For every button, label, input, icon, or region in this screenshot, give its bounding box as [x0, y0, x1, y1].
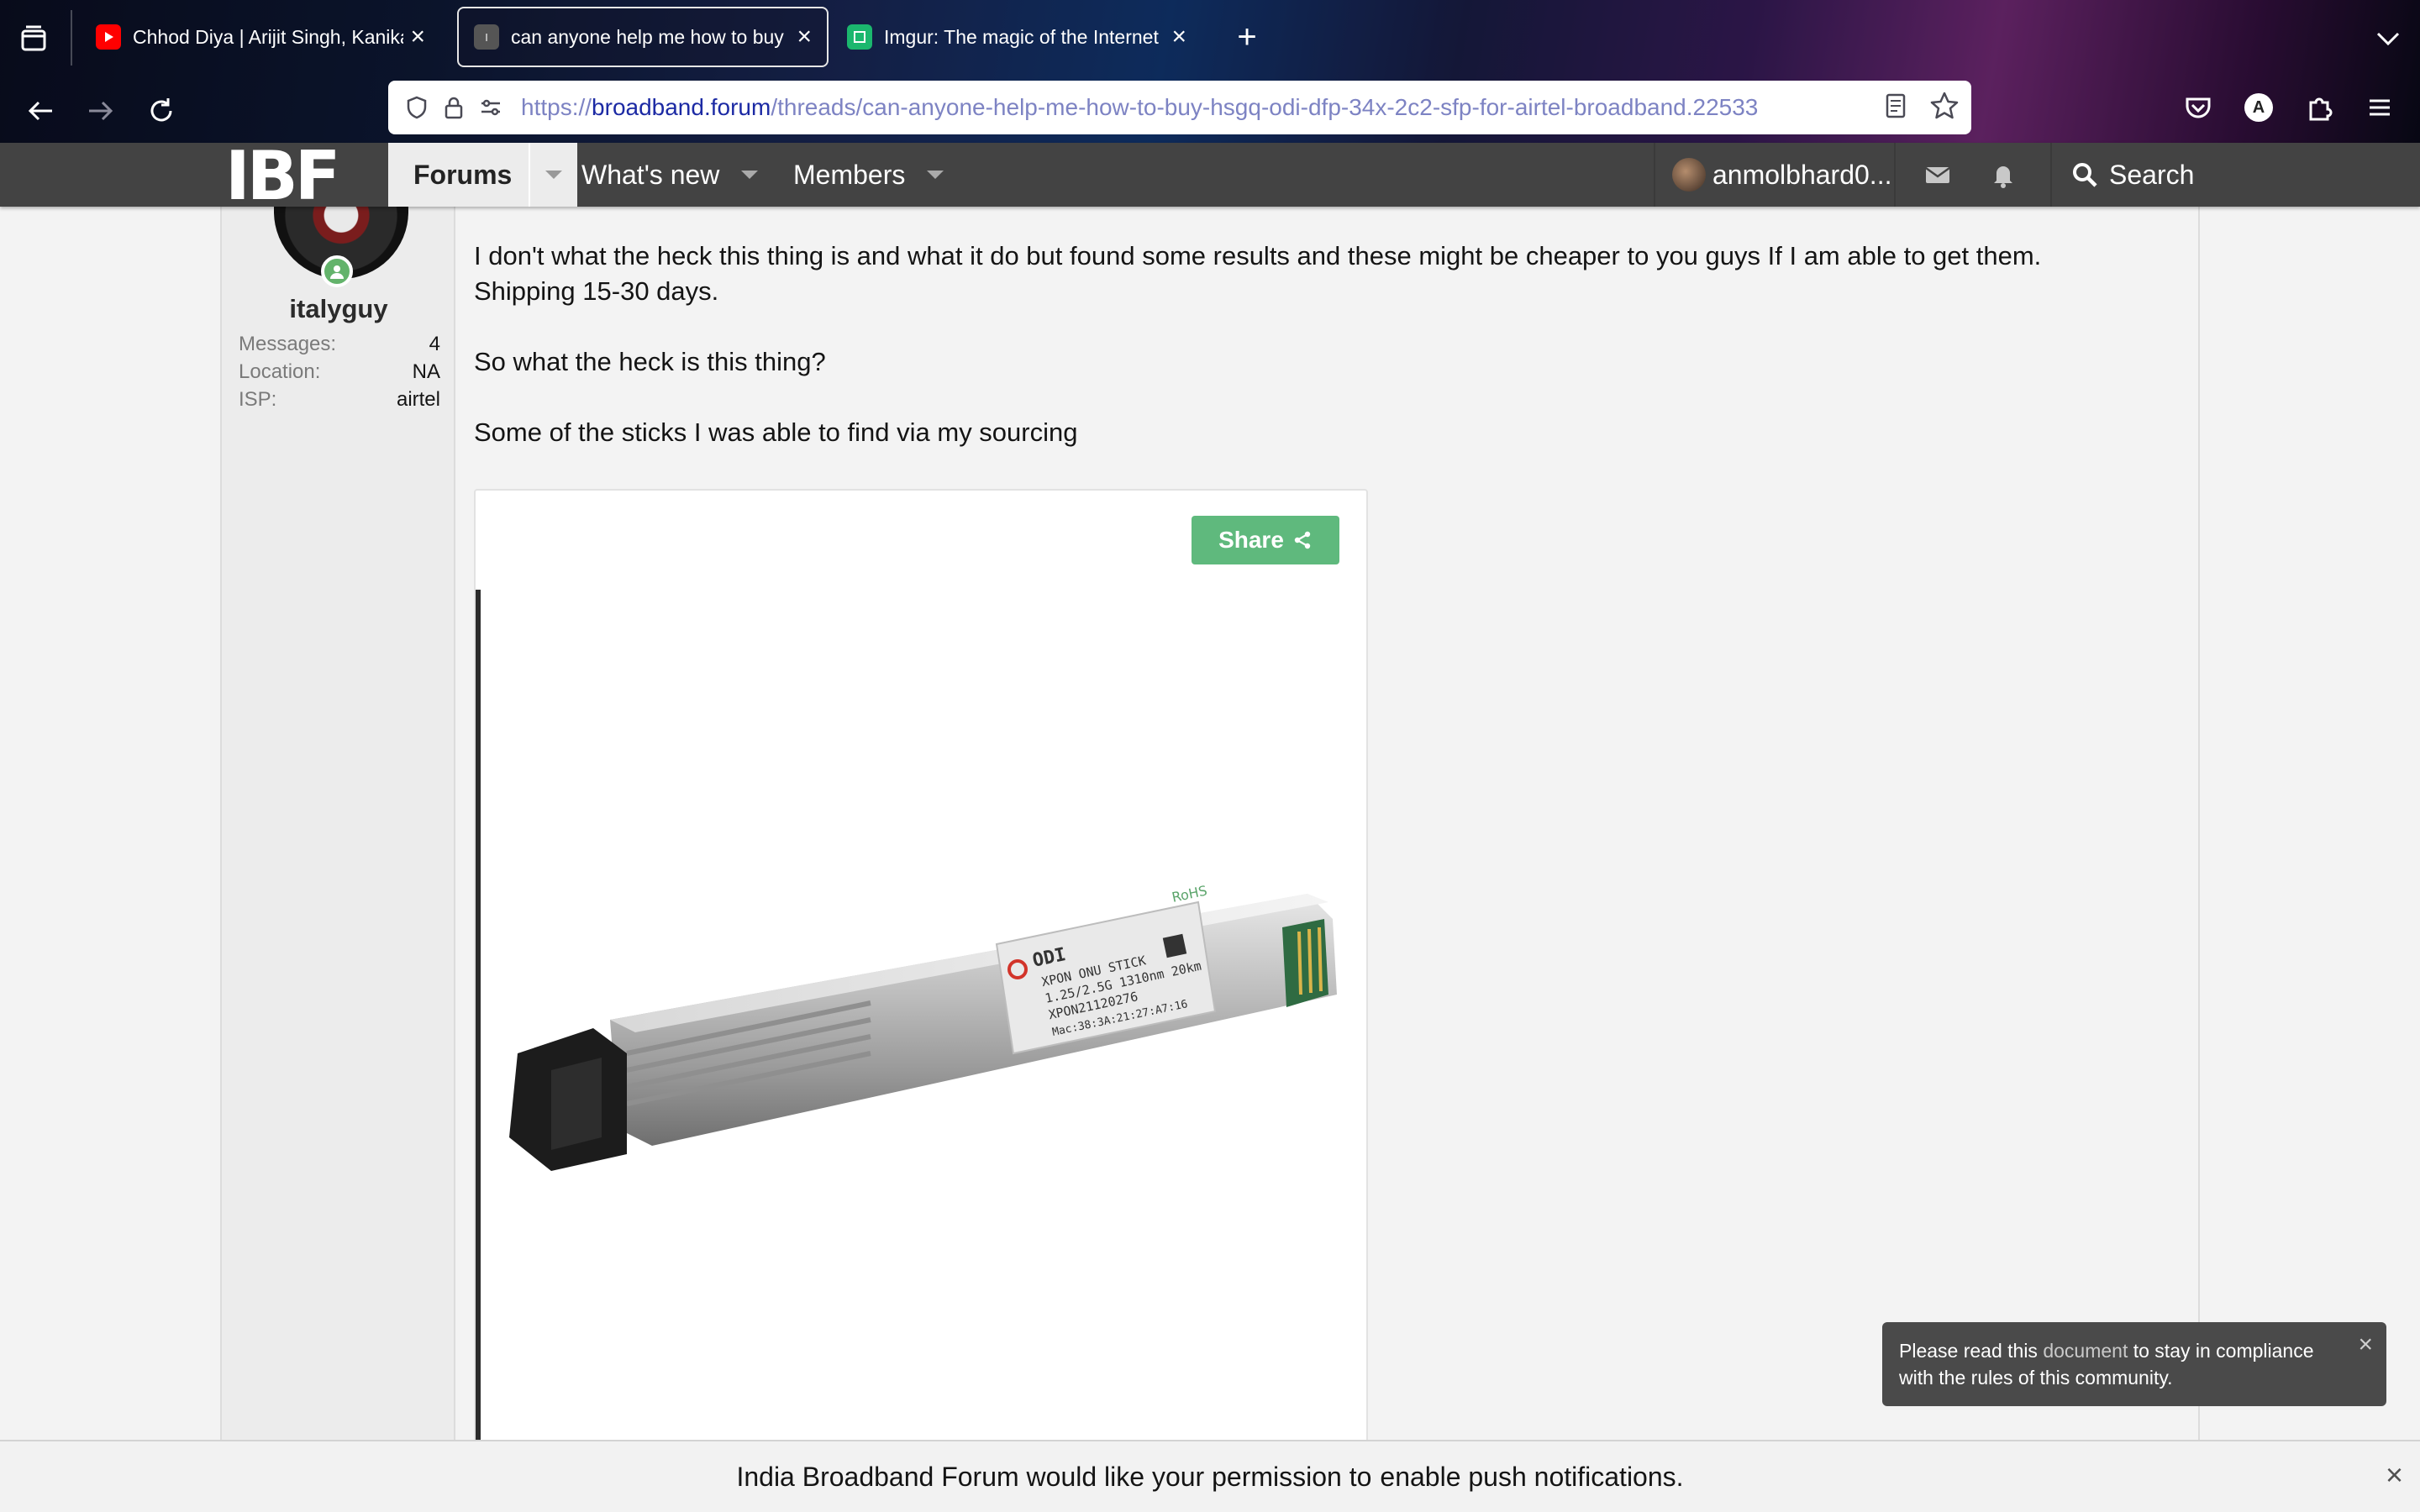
pocket-icon — [2186, 97, 2211, 118]
post-paragraph: I don't what the heck this thing is and … — [474, 241, 2042, 270]
forward-button[interactable] — [74, 87, 128, 134]
share-label: Share — [1218, 527, 1284, 553]
tab-list-icon — [21, 25, 46, 51]
tab-title: Imgur: The magic of the Internet — [884, 25, 1159, 48]
nav-tab-label: Forums — [413, 159, 513, 190]
stat-key: Messages: — [239, 333, 337, 355]
url-scheme: https:// — [521, 94, 592, 120]
share-button[interactable]: Share — [1192, 516, 1339, 564]
svg-text:RoHS: RoHS — [1171, 883, 1208, 906]
tab-list-button[interactable] — [13, 18, 54, 59]
tab-youtube[interactable]: Chhod Diya | Arijit Singh, Kanika × — [81, 7, 440, 67]
community-notice: Please read this document to stay in com… — [1882, 1322, 2386, 1406]
push-text: India Broadband Forum would like your pe… — [736, 1461, 1372, 1492]
user-stat-messages: Messages: 4 — [239, 333, 440, 356]
document-link[interactable]: document — [2043, 1340, 2128, 1362]
pocket-button[interactable] — [2178, 87, 2218, 128]
nav-tab-members[interactable]: Members — [793, 143, 944, 207]
alerts-button[interactable] — [1983, 155, 2023, 195]
enable-push-link[interactable]: enable push notifications. — [1380, 1462, 1683, 1493]
embed-border — [476, 590, 481, 1445]
avatar — [1672, 158, 1706, 192]
user-stat-isp: ISP: airtel — [239, 388, 440, 412]
hamburger-menu-icon — [2370, 99, 2390, 116]
back-button[interactable] — [13, 87, 67, 134]
site-logo[interactable]: IBF — [225, 143, 340, 210]
sfp-stick-image[interactable]: ODI XPON ONU STICK 1.25/2.5G 1310nm 20km… — [501, 801, 1358, 1179]
close-icon[interactable]: × — [2386, 1460, 2403, 1490]
envelope-icon — [1925, 166, 1950, 183]
tab-title: Chhod Diya | Arijit Singh, Kanika — [133, 25, 404, 48]
post-paragraph: So what the heck is this thing? — [474, 347, 826, 376]
bookmark-star-icon[interactable] — [1929, 91, 1960, 125]
tab-active-thread[interactable]: I can anyone help me how to buy × — [457, 7, 829, 67]
ibf-favicon: I — [474, 24, 499, 50]
online-status-icon — [321, 255, 353, 287]
reload-icon — [150, 98, 172, 122]
puzzle-icon — [2309, 97, 2333, 121]
stat-value: 4 — [429, 333, 440, 355]
search-label: Search — [2109, 159, 2195, 190]
lock-icon[interactable] — [437, 91, 471, 124]
user-stat-location: Location: NA — [239, 360, 440, 384]
chevron-down-icon[interactable] — [927, 171, 944, 179]
url-host: broadband.forum — [592, 94, 771, 120]
tab-close-icon[interactable]: × — [410, 24, 425, 50]
extensions-button[interactable] — [2299, 87, 2339, 128]
forward-arrow-icon — [89, 101, 113, 121]
stat-value: NA — [412, 360, 440, 383]
account-menu[interactable]: anmolbhard0... — [1654, 143, 1896, 207]
nav-tab-label: Members — [793, 159, 906, 190]
nav-tab-label: What's new — [581, 159, 720, 190]
stat-key: Location: — [239, 360, 321, 383]
tab-strip: Chhod Diya | Arijit Singh, Kanika × I ca… — [0, 0, 2420, 76]
chevron-down-icon[interactable] — [741, 171, 759, 179]
app-menu-button[interactable] — [2360, 87, 2400, 128]
tab-title: can anyone help me how to buy — [511, 25, 784, 48]
post-paragraph: Shipping 15-30 days. — [474, 276, 719, 306]
post-author[interactable]: italyguy — [222, 294, 455, 324]
chevron-down-icon — [2376, 32, 2400, 46]
tab-separator — [71, 10, 72, 66]
post-paragraph: Some of the sticks I was able to find vi… — [474, 417, 1078, 447]
share-icon — [1294, 531, 1311, 549]
account-username: anmolbhard0... — [1712, 159, 1892, 190]
close-icon[interactable]: × — [2358, 1332, 2373, 1357]
account-button[interactable]: A — [2238, 87, 2279, 128]
url-path: /threads/can-anyone-help-me-how-to-buy-h… — [771, 94, 1759, 120]
url-text[interactable]: https://broadband.forum/threads/can-anyo… — [521, 94, 1849, 121]
back-arrow-icon — [28, 101, 52, 121]
thread-content: italyguy Messages: 4 Location: NA ISP: a… — [220, 173, 2200, 1446]
tab-close-icon[interactable]: × — [797, 24, 812, 50]
reader-view-icon[interactable] — [1881, 91, 1911, 125]
account-avatar-icon: A — [2244, 93, 2273, 122]
push-notification-banner: India Broadband Forum would like your pe… — [0, 1440, 2420, 1512]
new-tab-button[interactable]: + — [1227, 18, 1267, 59]
tab-overflow-button[interactable] — [2370, 20, 2407, 57]
stat-value: airtel — [396, 388, 440, 411]
inbox-button[interactable] — [1918, 155, 1958, 195]
bell-icon — [1994, 166, 2012, 188]
notice-text: Please read this — [1899, 1340, 2044, 1362]
permissions-icon[interactable] — [474, 91, 508, 124]
post-user-column: italyguy Messages: 4 Location: NA ISP: a… — [222, 173, 455, 1441]
imgur-icon — [847, 24, 872, 50]
shield-icon[interactable] — [400, 91, 434, 124]
site-header: IBF Forums What's new Members anmolbhard… — [0, 143, 2420, 210]
address-bar[interactable]: https://broadband.forum/threads/can-anyo… — [388, 81, 1971, 134]
reload-button[interactable] — [134, 87, 188, 134]
nav-tab-whats-new[interactable]: What's new — [581, 143, 759, 207]
nav-tab-forums[interactable]: Forums — [388, 143, 578, 207]
search-icon — [2073, 163, 2097, 187]
youtube-icon — [96, 24, 121, 50]
tab-imgur[interactable]: Imgur: The magic of the Internet × — [832, 7, 1202, 67]
stat-key: ISP: — [239, 388, 277, 411]
chevron-down-icon[interactable] — [545, 171, 563, 179]
tab-close-icon[interactable]: × — [1171, 24, 1186, 50]
image-embed: Share ODI XPON ONU STICK 1.25/2.5G 1310n… — [474, 489, 1368, 1446]
nav-divider — [529, 143, 531, 207]
search-button[interactable]: Search — [2050, 143, 2202, 207]
